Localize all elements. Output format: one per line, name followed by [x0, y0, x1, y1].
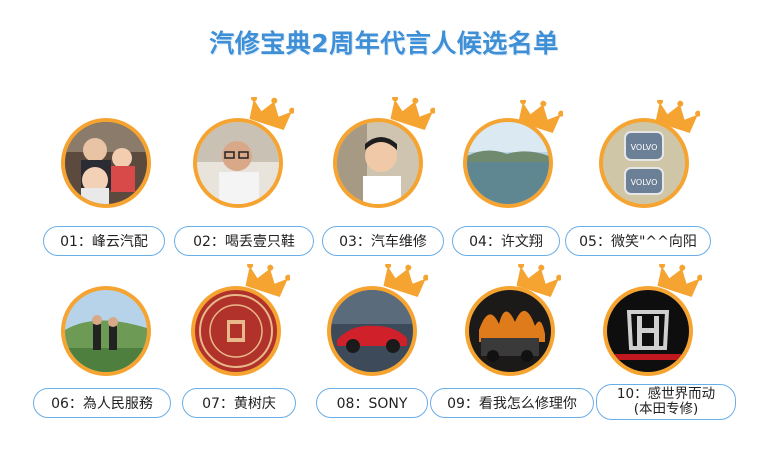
candidate-label-03[interactable]: 03：汽车维修 [322, 226, 444, 256]
candidate-label-06[interactable]: 06：為人民服務 [33, 388, 171, 418]
candidate-label-10-line2: (本田专修) [633, 401, 699, 417]
svg-text:VOLVO: VOLVO [631, 178, 658, 187]
young-man-photo-icon [337, 122, 419, 204]
flaming-truck-photo-icon [469, 290, 551, 372]
crown-icon [390, 97, 435, 131]
man-with-glasses-photo-icon [197, 122, 279, 204]
avatar-10[interactable] [603, 286, 693, 376]
avatar-03[interactable] [333, 118, 423, 208]
avatar-09[interactable] [465, 286, 555, 376]
avatar-07[interactable] [191, 286, 281, 376]
candidate-label-10-line1: 10：感世界而动 [616, 386, 716, 402]
avatar-02[interactable] [193, 118, 283, 208]
svg-text:VOLVO: VOLVO [631, 143, 658, 152]
red-sports-car-photo-icon [331, 290, 413, 372]
crown-icon [518, 100, 563, 134]
crown-icon [655, 100, 700, 134]
crown-icon [249, 97, 294, 131]
crown-icon [516, 264, 561, 298]
candidate-label-05[interactable]: 05：微笑"^^向阳 [565, 226, 711, 256]
avatar-01[interactable] [61, 118, 151, 208]
candidate-label-07[interactable]: 07：黄树庆 [182, 388, 296, 418]
lake-landscape-photo-icon [467, 122, 549, 204]
crown-icon [245, 264, 290, 298]
page-title: 汽修宝典2周年代言人候选名单 [209, 29, 559, 58]
candidate-label-04[interactable]: 04：许文翔 [452, 226, 560, 256]
honda-logo-photo-icon [607, 290, 689, 372]
volvo-badge-photo-icon: VOLVO VOLVO [603, 122, 685, 204]
avatar-08[interactable] [327, 286, 417, 376]
family-photo-icon [65, 122, 147, 204]
crown-icon [383, 264, 428, 298]
outdoor-people-photo-icon [65, 290, 147, 372]
crown-icon [657, 264, 702, 298]
candidate-label-01[interactable]: 01：峰云汽配 [43, 226, 165, 256]
candidate-label-09[interactable]: 09：看我怎么修理你 [430, 388, 594, 418]
candidate-label-08[interactable]: 08：SONY [316, 388, 428, 418]
seal-emblem-icon [195, 290, 277, 372]
candidate-label-10[interactable]: 10：感世界而动 (本田专修) [596, 384, 736, 420]
candidate-label-02[interactable]: 02：喝丢壹只鞋 [174, 226, 314, 256]
avatar-06[interactable] [61, 286, 151, 376]
